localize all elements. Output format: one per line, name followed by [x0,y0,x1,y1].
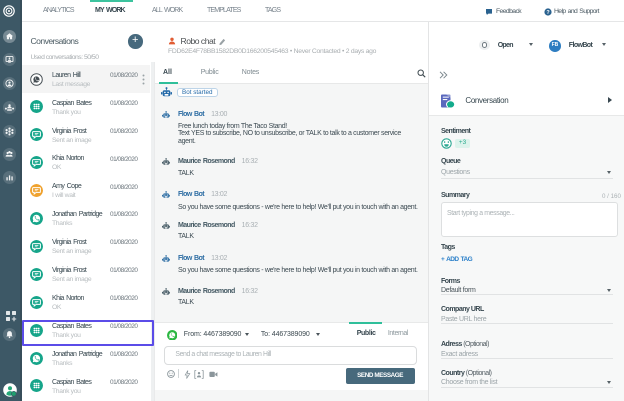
svg-text:?: ? [546,10,549,16]
